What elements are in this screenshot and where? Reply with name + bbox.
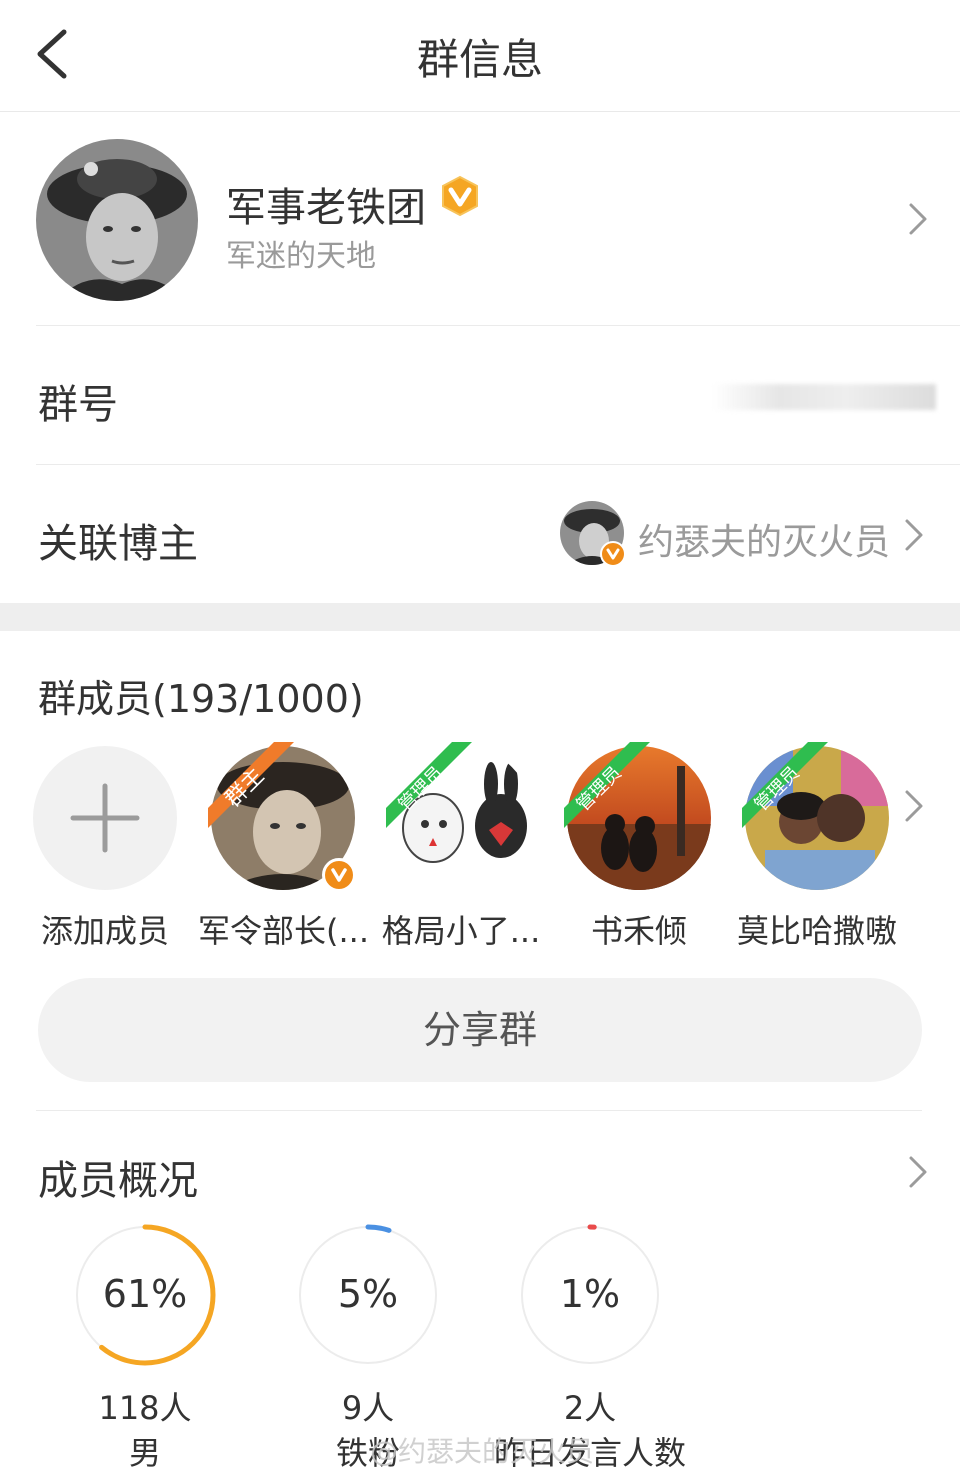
admin-badge-text: 管理员 [751, 763, 804, 816]
overview-title: 成员概况 [38, 1158, 198, 1204]
chevron-right-icon [905, 519, 923, 551]
admin-badge-text: 管理员 [395, 763, 448, 816]
group-profile-card[interactable]: 军事老铁团 军迷的天地 [0, 113, 960, 325]
add-member-label: 添加成员 [40, 912, 169, 950]
linked-blogger-row[interactable]: 关联博主 约瑟夫的灭火员 [0, 465, 960, 603]
members-title: 群成员(193/1000) [38, 677, 364, 721]
group-avatar [36, 139, 198, 301]
stat-count: 118人 [98, 1389, 192, 1427]
verified-v-icon [600, 541, 626, 567]
share-group-button[interactable]: 分享群 [38, 978, 922, 1082]
admin-badge: 管理员 [742, 742, 828, 828]
add-member-button[interactable]: 添加成员 [30, 746, 180, 950]
divider [36, 1110, 922, 1111]
member-item[interactable]: 管理员 书禾倾 [564, 742, 714, 950]
vip-badge-icon [440, 175, 480, 217]
top-bar: 群信息 [0, 0, 960, 112]
group-number-value-blurred [712, 384, 936, 410]
group-number-label: 群号 [38, 382, 118, 428]
stat-percent: 5% [337, 1272, 399, 1316]
stat-label: 男 [128, 1434, 161, 1472]
member-item[interactable]: 管理员 格局小了... [382, 742, 540, 950]
member-name: 书禾倾 [590, 912, 687, 950]
stat-count: 9人 [341, 1389, 395, 1427]
stat-percent: 1% [559, 1272, 621, 1316]
admin-badge: 管理员 [386, 742, 472, 828]
add-member-circle [33, 746, 177, 890]
admin-badge: 管理员 [564, 742, 650, 828]
group-name: 军事老铁团 [226, 185, 426, 231]
chevron-right-icon [909, 1156, 927, 1188]
stat-count: 2人 [563, 1389, 617, 1427]
member-item[interactable]: 群主 军令部长(... [198, 742, 369, 950]
member-item[interactable]: 管理员 莫比哈撒嗷 [737, 742, 897, 950]
group-description: 军迷的天地 [226, 239, 376, 274]
member-overview-header[interactable]: 成员概况 [0, 1130, 960, 1210]
linked-blogger-label: 关联博主 [38, 521, 198, 567]
owner-badge: 群主 [208, 742, 294, 828]
watermark: @约瑟夫的灭火员 [370, 1435, 595, 1468]
stat-male: 61% 118人 男 [70, 1220, 220, 1472]
plus-icon [70, 783, 140, 853]
verified-v-icon [322, 858, 356, 892]
member-name: 格局小了... [381, 912, 541, 950]
members-more-chevron-icon[interactable] [902, 786, 926, 826]
admin-badge-text: 管理员 [573, 763, 626, 816]
member-name: 莫比哈撒嗷 [736, 912, 897, 950]
page-title: 群信息 [416, 35, 543, 84]
member-name: 军令部长(... [198, 912, 370, 950]
section-gap [0, 603, 960, 631]
chevron-right-icon [909, 203, 927, 235]
stat-percent: 61% [102, 1272, 188, 1316]
linked-blogger-name: 约瑟夫的灭火员 [638, 522, 891, 563]
